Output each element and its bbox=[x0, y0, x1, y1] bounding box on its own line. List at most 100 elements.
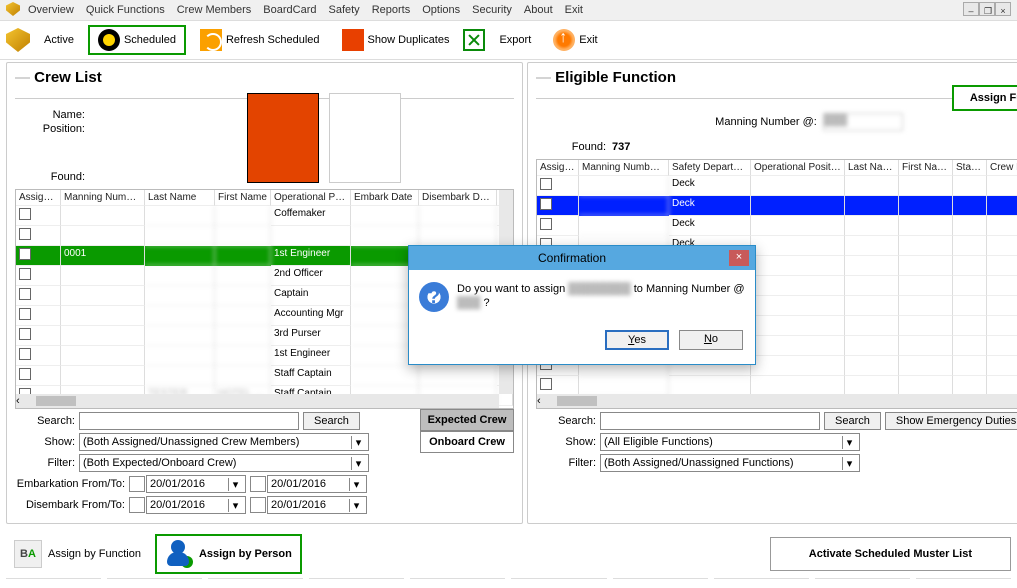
plus-icon bbox=[181, 556, 193, 568]
crew-photo bbox=[247, 93, 319, 183]
confirmation-dialog: Confirmation × ? Do you want to assign █… bbox=[408, 245, 756, 365]
dialog-close-button[interactable]: × bbox=[729, 250, 749, 266]
assigned-checkbox[interactable] bbox=[19, 248, 31, 260]
menu-quick-functions[interactable]: Quick Functions bbox=[82, 2, 169, 18]
eligible-filter-label: Filter: bbox=[536, 457, 596, 469]
crew-show-select[interactable]: (Both Assigned/Unassigned Crew Members) ▾ bbox=[79, 433, 369, 451]
assigned-checkbox[interactable] bbox=[19, 328, 31, 340]
restore-button[interactable]: ❐ bbox=[979, 2, 995, 16]
assigned-checkbox[interactable] bbox=[19, 308, 31, 320]
export-button[interactable]: Export bbox=[491, 32, 539, 48]
expected-crew-button[interactable]: Expected Crew bbox=[420, 409, 514, 431]
assigned-checkbox[interactable] bbox=[540, 198, 552, 210]
assign-by-function-icon: BA bbox=[14, 540, 42, 568]
crew-filter-select[interactable]: (Both Expected/Onboard Crew)▾ bbox=[79, 454, 369, 472]
menu-boardcard[interactable]: BoardCard bbox=[259, 2, 320, 18]
assigned-checkbox[interactable] bbox=[19, 228, 31, 240]
active-button[interactable]: Active bbox=[36, 32, 82, 48]
close-window-button[interactable]: × bbox=[995, 2, 1011, 16]
name-label: Name: bbox=[15, 109, 85, 121]
table-row[interactable]: Deck bbox=[537, 216, 1017, 236]
question-icon: ? bbox=[419, 282, 449, 312]
calendar-icon[interactable] bbox=[250, 497, 266, 513]
shield-icon bbox=[6, 28, 30, 52]
eligible-search-label: Search: bbox=[536, 415, 596, 427]
excel-export-icon[interactable] bbox=[463, 29, 485, 51]
footer-ghost bbox=[0, 578, 1017, 588]
disembark-to-date[interactable]: 20/01/2016▾ bbox=[267, 496, 367, 514]
eligible-show-select[interactable]: (All Eligible Functions)▾ bbox=[600, 433, 860, 451]
menu-crew-members[interactable]: Crew Members bbox=[173, 2, 256, 18]
assign-by-person-button[interactable]: Assign by Person bbox=[155, 534, 302, 574]
table-row[interactable]: Deck bbox=[537, 196, 1017, 216]
menu-safety[interactable]: Safety bbox=[325, 2, 364, 18]
menu-options[interactable]: Options bbox=[418, 2, 464, 18]
eligible-hscroll[interactable]: ‹ bbox=[537, 394, 1017, 408]
refresh-scheduled-button[interactable]: Refresh Scheduled bbox=[192, 27, 328, 53]
menu-reports[interactable]: Reports bbox=[368, 2, 415, 18]
crew-search-input[interactable] bbox=[79, 412, 299, 430]
calendar-icon[interactable] bbox=[129, 476, 145, 492]
eligible-filter-select[interactable]: (Both Assigned/Unassigned Functions)▾ bbox=[600, 454, 860, 472]
menu-bar: Overview Quick Functions Crew Members Bo… bbox=[0, 0, 1017, 21]
assigned-checkbox[interactable] bbox=[19, 368, 31, 380]
assigned-checkbox[interactable] bbox=[19, 348, 31, 360]
table-row[interactable]: Coffemaker bbox=[16, 206, 513, 226]
exit-button[interactable]: Exit bbox=[545, 27, 605, 53]
menu-exit[interactable]: Exit bbox=[561, 2, 587, 18]
chevron-down-icon: ▾ bbox=[351, 436, 365, 449]
embark-label: Embarkation From/To: bbox=[15, 478, 125, 490]
assigned-checkbox[interactable] bbox=[540, 378, 552, 390]
assign-by-function-button[interactable]: BA Assign by Function bbox=[6, 536, 149, 572]
minimize-button[interactable]: – bbox=[963, 2, 979, 16]
eligible-search-input[interactable] bbox=[600, 412, 820, 430]
show-emergency-duties-button[interactable]: Show Emergency Duties bbox=[885, 412, 1017, 430]
table-row[interactable]: Staff Captain bbox=[16, 366, 513, 386]
scheduled-button[interactable]: Scheduled bbox=[88, 25, 186, 55]
crew-found-label: Found: bbox=[15, 171, 85, 183]
manning-number-label: Manning Number @: bbox=[715, 116, 817, 128]
dialog-yes-button[interactable]: Yes bbox=[605, 330, 669, 350]
assigned-checkbox[interactable] bbox=[19, 208, 31, 220]
crew-hscroll[interactable]: ‹ bbox=[16, 394, 499, 408]
window-controls: – ❐ × bbox=[963, 2, 1011, 18]
disembark-from-date[interactable]: 20/01/2016▾ bbox=[146, 496, 246, 514]
dialog-titlebar[interactable]: Confirmation × bbox=[409, 246, 755, 270]
embark-from-date[interactable]: 20/01/2016▾ bbox=[146, 475, 246, 493]
assigned-checkbox[interactable] bbox=[19, 268, 31, 280]
crew-silhouette bbox=[329, 93, 401, 183]
menu-about[interactable]: About bbox=[520, 2, 557, 18]
assigned-checkbox[interactable] bbox=[540, 218, 552, 230]
activate-scheduled-muster-button[interactable]: Activate Scheduled Muster List bbox=[770, 537, 1011, 571]
crew-show-value: (Both Assigned/Unassigned Crew Members) bbox=[83, 436, 299, 448]
assign-by-person-label: Assign by Person bbox=[199, 548, 292, 560]
table-row[interactable] bbox=[537, 376, 1017, 396]
dialog-no-button[interactable]: No bbox=[679, 330, 743, 350]
table-row[interactable]: O bbox=[16, 226, 513, 246]
eligible-search-button[interactable]: Search bbox=[824, 412, 881, 430]
eligible-found-label: Found: bbox=[536, 141, 606, 153]
embark-to-date[interactable]: 20/01/2016▾ bbox=[267, 475, 367, 493]
refresh-icon bbox=[200, 29, 222, 51]
calendar-icon[interactable] bbox=[129, 497, 145, 513]
onboard-crew-button[interactable]: Onboard Crew bbox=[420, 431, 514, 453]
show-duplicates-button[interactable]: Show Duplicates bbox=[334, 27, 458, 53]
assign-function-button[interactable]: Assign Function bbox=[952, 85, 1017, 111]
position-label: Position: bbox=[15, 123, 85, 135]
dialog-title: Confirmation bbox=[415, 251, 729, 265]
exit-icon bbox=[553, 29, 575, 51]
active-label: Active bbox=[44, 34, 74, 46]
table-row[interactable]: Deck bbox=[537, 176, 1017, 196]
dialog-message: Do you want to assign ████████ to Mannin… bbox=[457, 282, 745, 312]
eligible-title: Eligible Function bbox=[536, 69, 1017, 103]
menu-overview[interactable]: Overview bbox=[24, 2, 78, 18]
scheduled-label: Scheduled bbox=[124, 34, 176, 46]
crew-search-button[interactable]: Search bbox=[303, 412, 360, 430]
assigned-checkbox[interactable] bbox=[19, 288, 31, 300]
assigned-checkbox[interactable] bbox=[540, 178, 552, 190]
calendar-icon[interactable] bbox=[250, 476, 266, 492]
crew-search-label: Search: bbox=[15, 415, 75, 427]
scheduled-icon bbox=[98, 29, 120, 51]
menu-security[interactable]: Security bbox=[468, 2, 516, 18]
manning-number-value: ███ bbox=[823, 113, 903, 131]
